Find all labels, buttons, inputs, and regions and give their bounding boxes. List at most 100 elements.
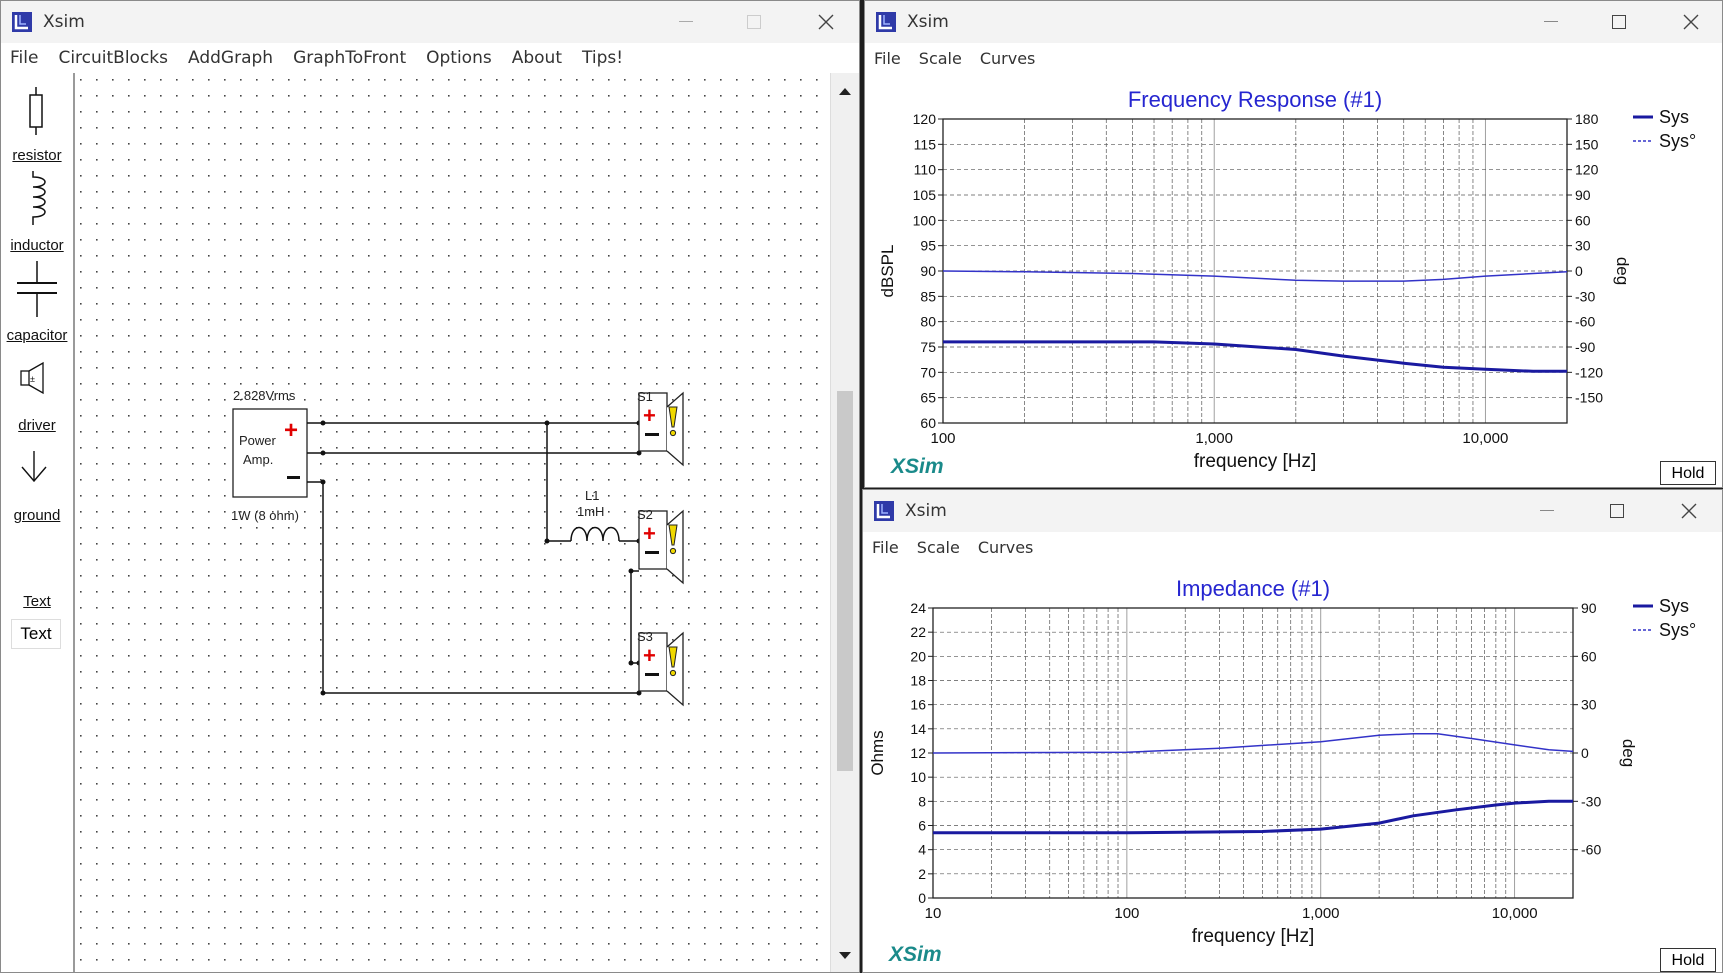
impedance-chart: 024681012141618202224-60-30030609010 100 1…: [868, 576, 1696, 947]
y-tick-label: 85: [920, 288, 936, 304]
y2-tick-label: -30: [1581, 793, 1601, 809]
y2-tick-label: -150: [1575, 390, 1603, 406]
schematic-canvas[interactable]: Power Amp. + 2.828Vrms 1W (8 ohm) L1 1mH…: [75, 75, 831, 972]
scroll-thumb[interactable]: [837, 391, 853, 771]
y2-tick-label: -60: [1575, 314, 1595, 330]
menu-file[interactable]: File: [874, 49, 901, 68]
palette-ground[interactable]: ground: [1, 507, 73, 524]
y2-tick-label: 60: [1581, 648, 1597, 664]
maximize-button[interactable]: [1587, 490, 1647, 532]
y-tick-label: 18: [910, 673, 926, 689]
chart-title: Impedance (#1): [1176, 576, 1330, 601]
maximize-button[interactable]: [1589, 1, 1649, 43]
title-bar[interactable]: Xsim: [1, 1, 859, 43]
menu-about[interactable]: About: [512, 48, 562, 68]
x-tick-label: 1,000: [1195, 430, 1233, 447]
palette-text[interactable]: Text: [1, 593, 73, 610]
x-axis-label: frequency [Hz]: [1194, 451, 1317, 472]
y-tick-label: 75: [920, 339, 936, 355]
y2-tick-label: 150: [1575, 136, 1599, 152]
menu-file[interactable]: File: [10, 48, 38, 68]
hold-button[interactable]: Hold: [1660, 461, 1716, 485]
y-tick-label: 70: [920, 364, 936, 380]
x-tick-label: 100: [1114, 905, 1139, 922]
scroll-up-icon[interactable]: [831, 77, 859, 105]
x-tick-label: 1,000: [1302, 905, 1340, 922]
y-tick-label: 10: [910, 769, 926, 785]
window-title: Xsim: [907, 12, 949, 32]
warning-dot: [669, 547, 677, 555]
amp-power: 1W (8 ohm): [231, 508, 299, 523]
y-tick-label: 4: [918, 842, 926, 858]
menu-addgraph[interactable]: AddGraph: [188, 48, 273, 68]
window-title: Xsim: [905, 501, 947, 521]
series-line-0: [933, 799, 1573, 835]
hold-button[interactable]: Hold: [1660, 948, 1716, 972]
plus-icon: +: [643, 643, 656, 668]
brand-logo: XSim: [889, 943, 942, 966]
palette-inductor[interactable]: inductor: [1, 237, 73, 254]
y-tick-label: 95: [920, 238, 936, 254]
minimize-button[interactable]: [1521, 1, 1581, 43]
series-line-1: [932, 732, 1574, 754]
amp-label-1: Power: [239, 433, 277, 448]
menu-file[interactable]: File: [872, 538, 899, 557]
menu-curves[interactable]: Curves: [980, 49, 1036, 68]
y-tick-label: 80: [920, 314, 936, 330]
y-tick-label: 22: [910, 624, 926, 640]
palette-capacitor[interactable]: capacitor: [1, 327, 73, 344]
legend-label: Sys: [1659, 596, 1689, 616]
minimize-button[interactable]: [1517, 490, 1577, 532]
window-title: Xsim: [43, 12, 85, 32]
menu-curves[interactable]: Curves: [978, 538, 1034, 557]
close-button[interactable]: [1661, 1, 1721, 43]
y2-tick-label: 120: [1575, 162, 1599, 178]
frequency-response-window: Xsim File Scale Curves 60 65 70 75 80 85 90 95 1…: [864, 0, 1723, 488]
y-tick-label: 90: [920, 263, 936, 279]
brand-logo: XSim: [891, 455, 944, 478]
y-tick-label: 0: [918, 890, 926, 906]
y2-tick-label: 180: [1575, 111, 1599, 127]
menu-tips[interactable]: Tips!: [582, 48, 623, 68]
amp-plus-icon: +: [284, 417, 298, 444]
y-tick-label: 2: [918, 866, 926, 882]
menu-scale[interactable]: Scale: [917, 538, 960, 557]
y2-tick-label: -120: [1575, 364, 1603, 380]
vertical-scrollbar[interactable]: [830, 73, 859, 972]
y2-tick-label: -30: [1575, 288, 1595, 304]
menu-scale[interactable]: Scale: [919, 49, 962, 68]
driver-icon[interactable]: ±: [19, 361, 49, 395]
inductor-name: L1: [585, 488, 599, 503]
palette-resistor[interactable]: resistor: [1, 147, 73, 164]
y-tick-label: 24: [910, 600, 926, 616]
close-button[interactable]: [1659, 490, 1719, 532]
schematic-window: Xsim File CircuitBlocks AddGraph GraphTo…: [0, 0, 860, 973]
frequency-response-chart: 60 65 70 75 80 85 90 95 100 105 110 115 120 -150 -120 -…: [878, 87, 1696, 472]
menu-circuitblocks[interactable]: CircuitBlocks: [58, 48, 168, 68]
y-tick-label: 100: [913, 212, 937, 228]
y-axis-label: Ohms: [868, 730, 887, 775]
menu-graphtofront[interactable]: GraphToFront: [293, 48, 406, 68]
title-bar[interactable]: Xsim: [865, 1, 1722, 43]
palette-driver[interactable]: driver: [1, 417, 73, 434]
inductor-icon[interactable]: [23, 171, 53, 225]
resistor-icon[interactable]: [25, 87, 47, 135]
y2-tick-label: 30: [1581, 697, 1597, 713]
scroll-down-icon[interactable]: [831, 942, 859, 970]
minimize-button[interactable]: [656, 1, 716, 43]
impedance-window: Xsim File Scale Curves 0 2 4 6 8 10 12 14 16 18 20…: [862, 489, 1723, 973]
maximize-icon: [747, 15, 761, 29]
palette-text-box[interactable]: Text: [11, 619, 61, 649]
y2-tick-label: -60: [1581, 842, 1601, 858]
app-icon: [876, 12, 896, 32]
plus-icon: +: [643, 521, 656, 546]
maximize-button[interactable]: [724, 1, 784, 43]
close-button[interactable]: [796, 1, 856, 43]
y-tick-label: 12: [910, 745, 926, 761]
menu-bar: File Scale Curves: [865, 43, 1722, 73]
ground-icon[interactable]: [19, 451, 49, 485]
capacitor-icon[interactable]: [15, 261, 59, 317]
speaker-s1-label: S1: [637, 389, 653, 404]
menu-options[interactable]: Options: [426, 48, 492, 68]
title-bar[interactable]: Xsim: [863, 490, 1722, 532]
